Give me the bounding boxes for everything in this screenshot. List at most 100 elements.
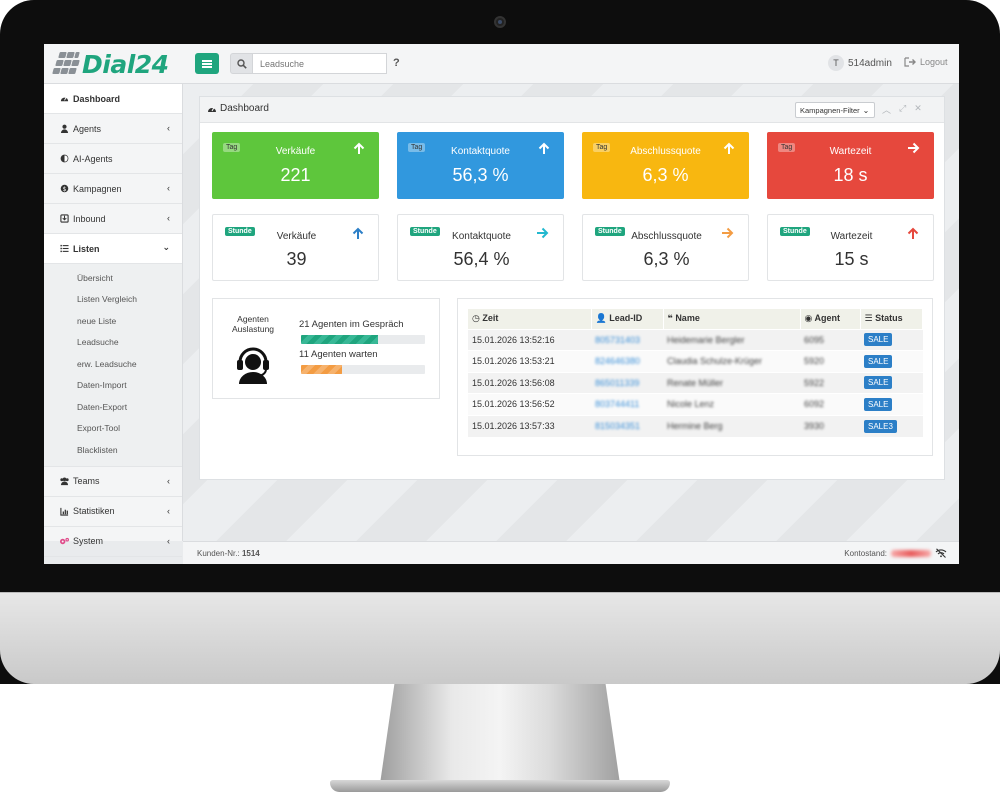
arrow-right-icon [722, 227, 734, 239]
kpi-day-wartezeit: Tag Wartezeit 18 s [767, 132, 934, 199]
sidebar-item-listen[interactable]: Listen ⌄ [44, 234, 182, 264]
list-icon: ☰ [864, 313, 873, 324]
kpi-value: 56,4 % [453, 249, 510, 269]
sidebar-subitem[interactable]: Übersicht [44, 267, 182, 289]
kpi-value: 15 s [834, 249, 869, 269]
kpi-hour-verkaeufe: Stunde Verkäufe 39 [212, 214, 379, 281]
cell-agent: 5920 [804, 356, 825, 367]
expand-icon[interactable]: ⤢ [899, 103, 906, 116]
kpi-day-abschlussquote: Tag Abschlussquote 6,3 % [582, 132, 749, 199]
chevron-down-icon: ⌄ [862, 105, 870, 115]
cell-agent: 6092 [804, 399, 825, 410]
hamburger-icon [202, 59, 212, 68]
column-header-agent[interactable]: ◉ Agent [800, 309, 861, 329]
team-icon [58, 477, 70, 486]
monitor-chin [0, 592, 1000, 684]
logo[interactable]: Dial24 [50, 49, 169, 79]
wifi-off-icon[interactable] [935, 548, 947, 558]
agents-in-call-text: 21 Agenten im Gespräch [299, 319, 404, 330]
quote-icon: ❝ [667, 313, 673, 324]
lead-id-link[interactable]: 803744411 [595, 399, 639, 409]
kpi-value: 6,3 % [642, 165, 689, 185]
help-button[interactable]: ? [393, 57, 400, 69]
chevron-down-icon: ⌄ [162, 242, 170, 252]
sidebar-item-label: Teams [73, 476, 100, 486]
sidebar-item-inbound[interactable]: Inbound ‹ [44, 204, 182, 234]
list-icon [58, 244, 70, 253]
kampagnen-filter-select[interactable]: Kampagnen-Filter ⌄ [795, 102, 875, 118]
column-header-lead-id[interactable]: 👤 Lead-ID [591, 309, 664, 329]
sidebar-item-teams[interactable]: Teams ‹ [44, 467, 182, 497]
cell-name: Heidemarie Bergler [667, 334, 745, 345]
header-label: Lead-ID [609, 313, 643, 324]
column-header-zeit[interactable]: ◷ Zeit [468, 309, 592, 329]
logo-text: Dial24 [82, 49, 169, 79]
gears-icon [58, 537, 70, 546]
table-row: 15.01.2026 13:57:33 815034351 Hermine Be… [468, 414, 923, 437]
customer-number: Kunden-Nr.: 1514 [197, 549, 260, 558]
sidebar-item-agents[interactable]: Agents ‹ [44, 114, 182, 144]
sidebar-item-label: Statistiken [73, 506, 115, 516]
sidebar-subitem[interactable]: erw. Leadsuche [44, 353, 182, 375]
sales-table-box: ◷ Zeit 👤 Lead-ID ❝ Name ◉ Agent ☰ Status… [457, 298, 933, 456]
sidebar-item-label: AI-Agents [73, 153, 113, 164]
kpi-day-kontaktquote: Tag Kontaktquote 56,3 % [397, 132, 564, 199]
balance-value-redacted [891, 549, 931, 557]
column-header-name[interactable]: ❝ Name [663, 309, 801, 329]
logout-button[interactable]: Logout [904, 57, 948, 67]
cell-agent: 6095 [804, 334, 825, 345]
arrow-up-icon [538, 142, 550, 154]
logout-label: Logout [920, 57, 948, 67]
collapse-icon[interactable]: ︿ [882, 103, 891, 116]
search-icon [236, 58, 247, 69]
sidebar-item-ai-agents[interactable]: AI-Agents [44, 144, 182, 174]
sales-table: ◷ Zeit 👤 Lead-ID ❝ Name ◉ Agent ☰ Status… [468, 309, 923, 437]
kpi-value: 6,3 % [643, 249, 690, 269]
cell-agent: 5922 [804, 377, 825, 388]
column-header-status[interactable]: ☰ Status [860, 309, 923, 329]
kpi-day-verkaeufe: Tag Verkäufe 221 [212, 132, 379, 199]
cell-agent: 3930 [804, 421, 825, 431]
sidebar-item-kampagnen[interactable]: $ Kampagnen ‹ [44, 174, 182, 204]
sidebar-subitem[interactable]: Leadsuche [44, 332, 182, 354]
kpi-value: 39 [286, 249, 307, 269]
kpi-value: 56,3 % [452, 165, 509, 185]
sidebar-subitem[interactable]: Daten-Export [44, 396, 182, 418]
sidebar-item-label: Dashboard [73, 93, 121, 104]
header-label: Status [875, 313, 903, 324]
user-avatar: T [828, 55, 844, 71]
table-row: 15.01.2026 13:53:21 824646380 Claudia Sc… [468, 350, 923, 372]
clock-icon: ◷ [472, 313, 480, 324]
sidebar: Dashboard Agents ‹ AI-Agents $ Kampagnen… [44, 84, 183, 557]
leadsuche-input[interactable] [253, 53, 387, 74]
search-button[interactable] [230, 53, 253, 74]
filter-label: Kampagnen-Filter [800, 105, 860, 115]
sidebar-subitem[interactable]: Daten-Import [44, 375, 182, 397]
logout-icon [904, 57, 916, 67]
status-badge: SALE [864, 397, 893, 411]
lead-id-link[interactable]: 805731403 [595, 335, 640, 345]
arrow-right-icon [537, 227, 549, 239]
agents-waiting-text: 11 Agenten warten [299, 349, 378, 360]
sidebar-item-label: Listen [73, 243, 100, 254]
sidebar-subitem[interactable]: Listen Vergleich [44, 289, 182, 311]
sidebar-subitem[interactable]: Blacklisten [44, 439, 182, 461]
user-menu[interactable]: T 514admin [828, 55, 892, 71]
lead-id-link[interactable]: 815034351 [595, 421, 640, 431]
lead-id-link[interactable]: 824646380 [595, 356, 640, 366]
sidebar-item-dashboard[interactable]: Dashboard [44, 84, 182, 114]
close-icon[interactable]: ✕ [914, 103, 922, 116]
sidebar-subitem[interactable]: neue Liste [44, 310, 182, 332]
sidebar-item-system[interactable]: System ‹ [44, 527, 182, 557]
lead-id-link[interactable]: 865011339 [595, 378, 639, 388]
agents-in-call-fill [301, 335, 378, 344]
arrow-up-icon [352, 227, 364, 239]
sidebar-item-statistiken[interactable]: Statistiken ‹ [44, 497, 182, 527]
sidebar-item-label: Kampagnen [73, 183, 122, 194]
header-label: Agent [814, 313, 841, 324]
menu-toggle-button[interactable] [195, 53, 219, 74]
camera-icon [494, 16, 506, 28]
sidebar-subitem[interactable]: Export-Tool [44, 418, 182, 440]
agent-icon: ◉ [804, 313, 813, 324]
header-label: Zeit [482, 313, 499, 324]
